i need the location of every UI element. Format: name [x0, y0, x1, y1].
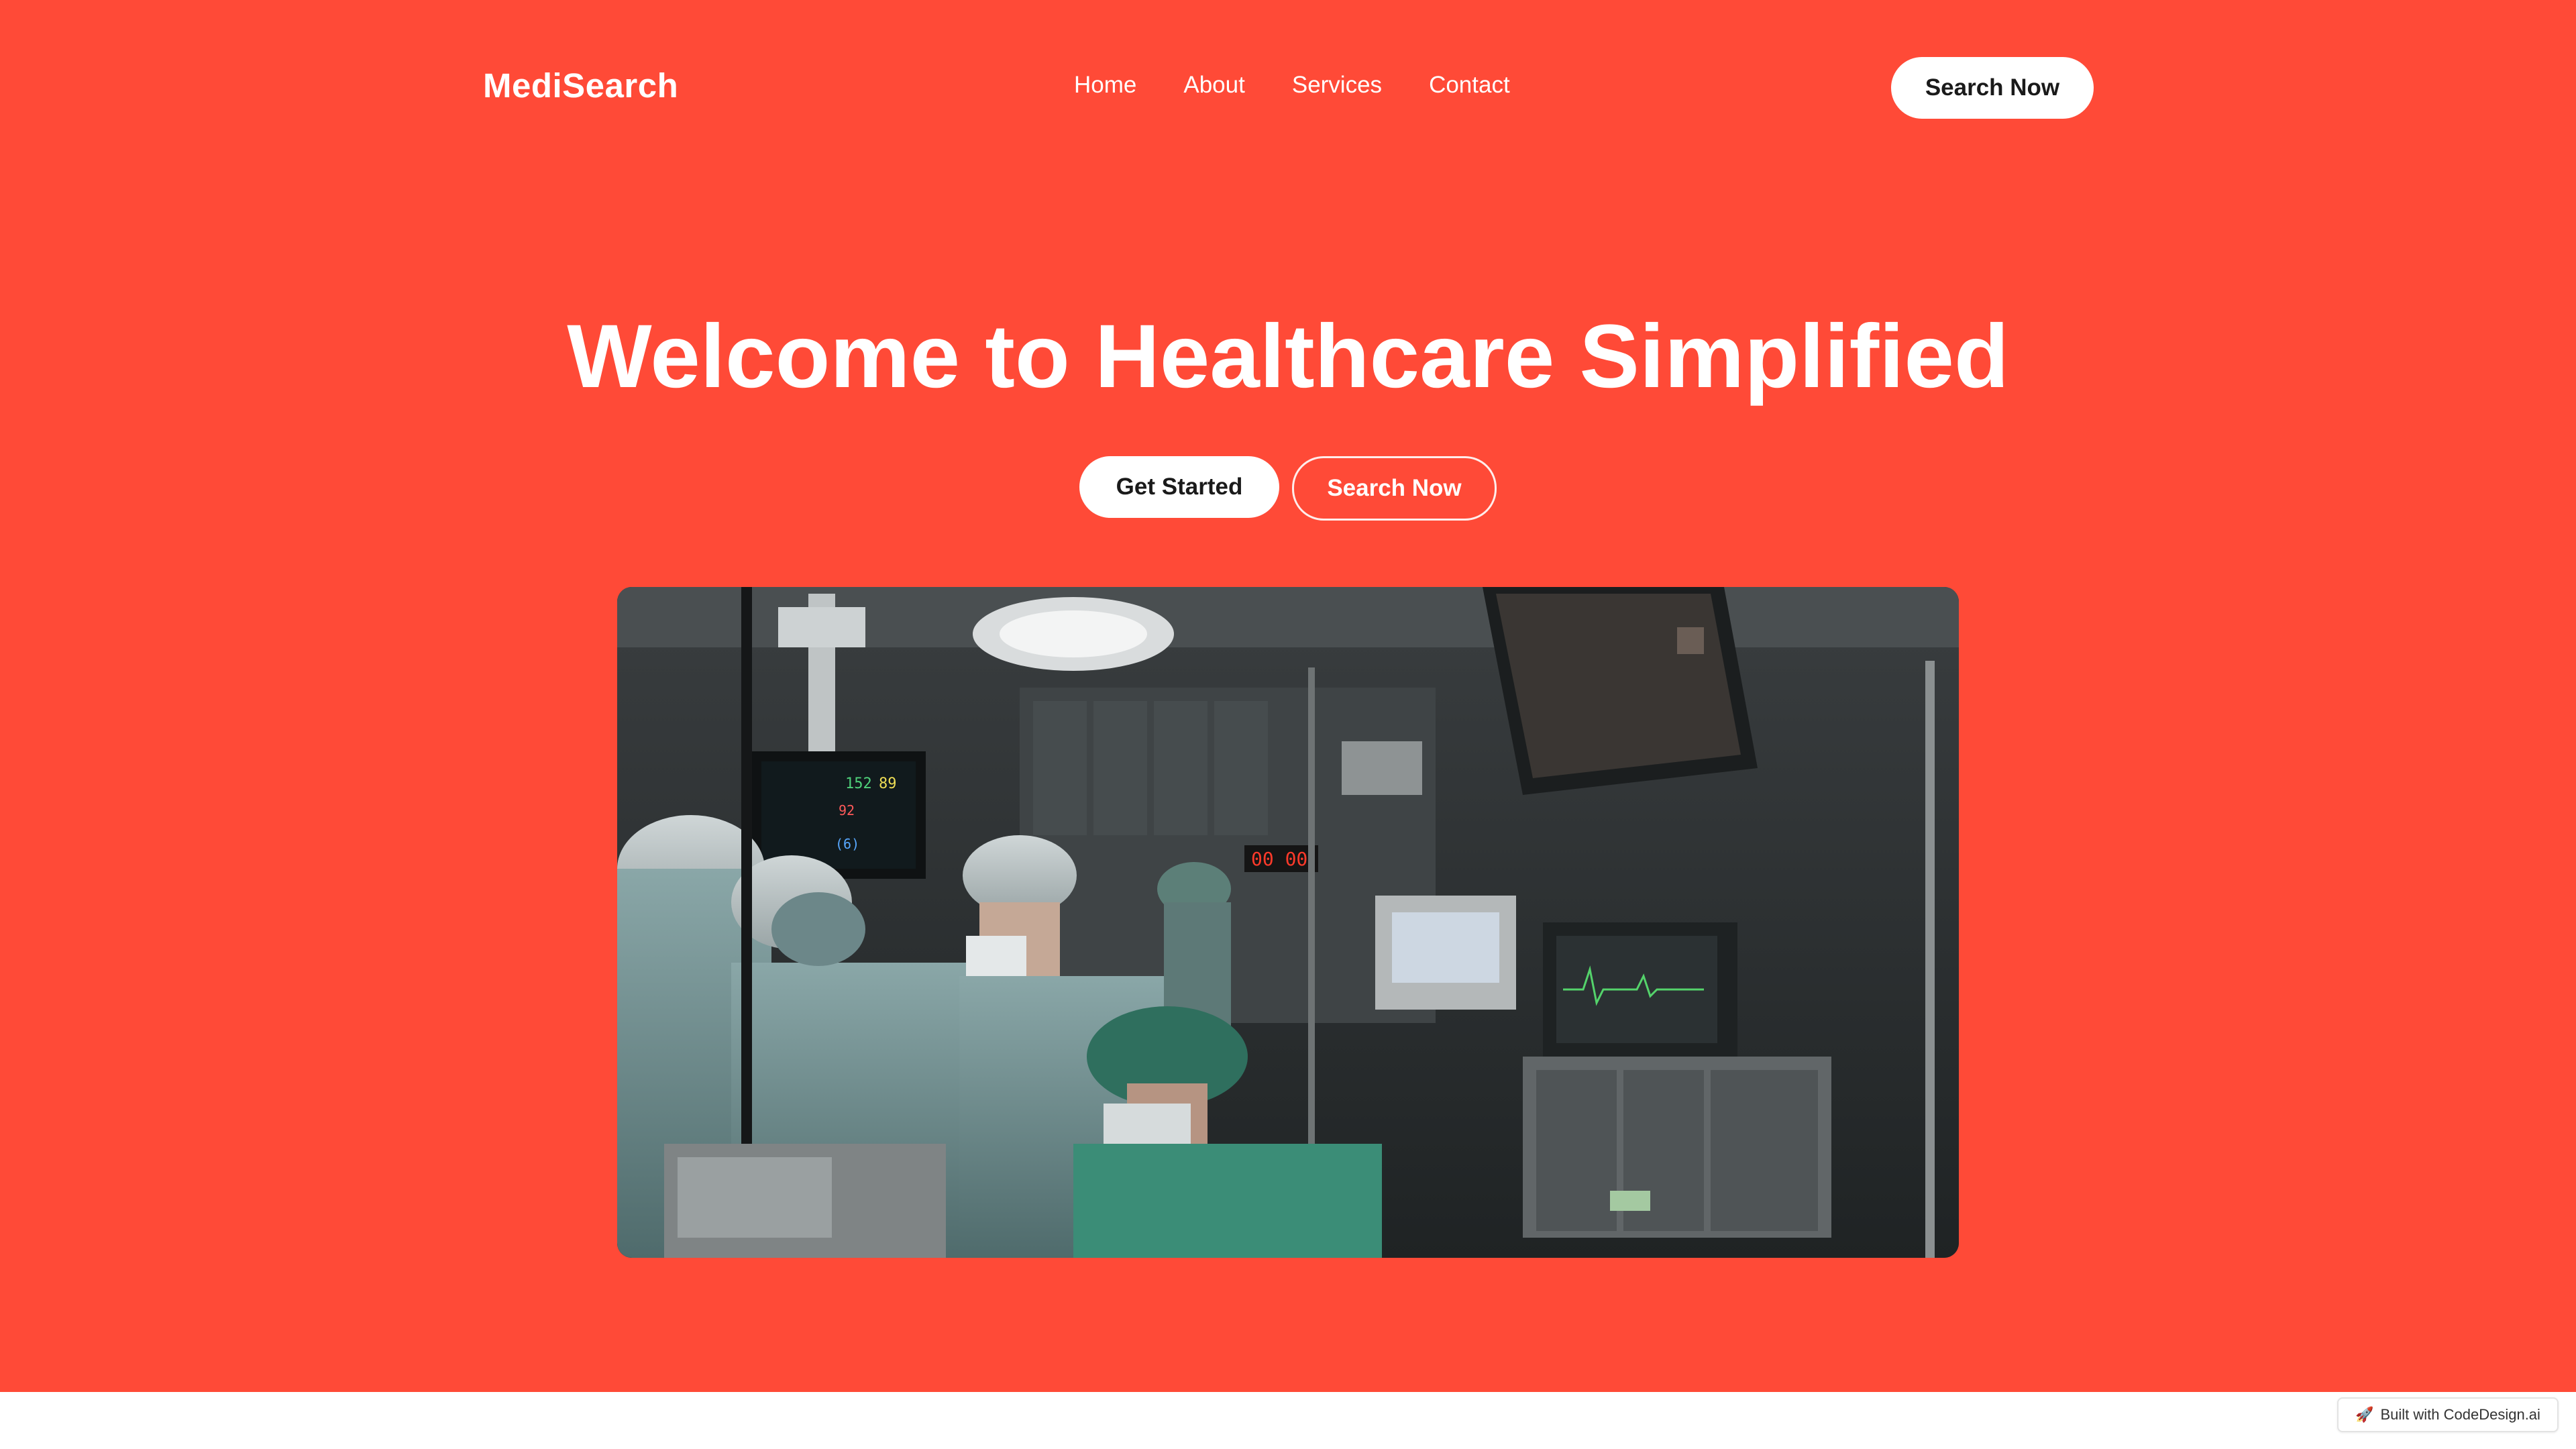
operating-room-photo: 152 89 92 (6) 00 00: [617, 587, 1959, 1258]
hero-section: MediSearch Home About Services Contact S…: [0, 0, 2576, 1392]
search-now-button[interactable]: Search Now: [1292, 456, 1497, 521]
nav-item-about[interactable]: About: [1183, 72, 1244, 99]
svg-text:(6): (6): [835, 836, 859, 852]
nav-item-services[interactable]: Services: [1292, 72, 1382, 99]
svg-text:89: 89: [879, 775, 897, 792]
get-started-button[interactable]: Get Started: [1079, 456, 1279, 518]
operating-room-illustration: 152 89 92 (6) 00 00: [617, 587, 1959, 1258]
header-search-button[interactable]: Search Now: [1891, 57, 2094, 119]
brand-logo[interactable]: MediSearch: [483, 66, 678, 105]
svg-text:152: 152: [845, 775, 872, 792]
svg-text:92: 92: [839, 802, 855, 818]
main-nav: Home About Services Contact: [1074, 72, 1510, 99]
built-with-label: Built with CodeDesign.ai: [2380, 1406, 2540, 1423]
svg-text:00 00: 00 00: [1251, 848, 1307, 870]
nav-item-home[interactable]: Home: [1074, 72, 1136, 99]
built-with-badge[interactable]: 🚀 Built with CodeDesign.ai: [2337, 1397, 2559, 1432]
hero-title: Welcome to Healthcare Simplified: [567, 307, 2009, 407]
nav-item-contact[interactable]: Contact: [1429, 72, 1510, 99]
rocket-icon: 🚀: [2355, 1406, 2374, 1423]
